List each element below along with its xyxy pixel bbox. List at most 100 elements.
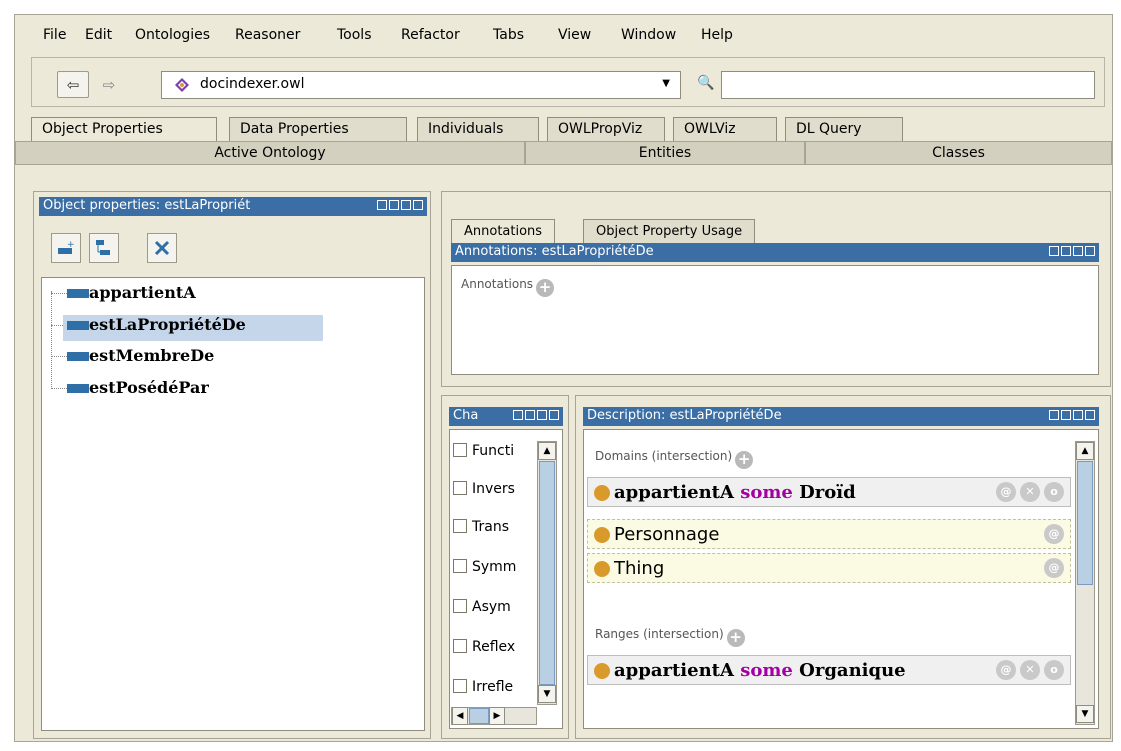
menu-window[interactable]: Window	[621, 27, 676, 43]
minimize-icon[interactable]	[525, 410, 535, 420]
menu-bar: File Edit Ontologies Reasoner Tools Refa…	[15, 15, 1112, 51]
characteristic-functional[interactable]: Functi	[453, 443, 514, 459]
checkbox-icon	[453, 559, 467, 573]
menu-help[interactable]: Help	[701, 27, 733, 43]
view-icon[interactable]	[513, 410, 523, 420]
menu-ontologies[interactable]: Ontologies	[135, 27, 210, 43]
scroll-thumb[interactable]	[539, 461, 555, 685]
annotate-icon[interactable]: @	[996, 482, 1016, 502]
tab-owlpropviz[interactable]: OWLPropViz	[547, 117, 665, 141]
tab-individuals[interactable]: Individuals	[417, 117, 539, 141]
close-icon[interactable]	[1085, 246, 1095, 256]
delete-property-button[interactable]	[147, 233, 177, 263]
tab-data-properties[interactable]: Data Properties	[229, 117, 407, 141]
scroll-down-icon[interactable]: ▼	[1076, 705, 1094, 723]
maximize-icon[interactable]	[537, 410, 547, 420]
delete-icon[interactable]: ✕	[1020, 482, 1040, 502]
scroll-up-icon[interactable]: ▲	[538, 442, 556, 460]
delete-property-icon	[154, 240, 170, 256]
subtab-classes[interactable]: Classes	[805, 141, 1112, 165]
annotate-icon[interactable]: @	[996, 660, 1016, 680]
back-arrow-icon: ⇦	[66, 75, 80, 94]
tree-item-appartienta[interactable]: appartientA	[89, 283, 196, 302]
tree-item-estpossedepar[interactable]: estPosédéPar	[89, 378, 209, 397]
menu-tools[interactable]: Tools	[337, 27, 372, 43]
domains-label: Domains (intersection) +	[595, 449, 754, 469]
menu-refactor[interactable]: Refactor	[401, 27, 460, 43]
minimize-icon[interactable]	[1061, 410, 1071, 420]
checkbox-icon	[453, 679, 467, 693]
checkbox-icon	[453, 481, 467, 495]
range-row-0[interactable]: appartientA some Organique @ ✕ o	[587, 655, 1071, 685]
add-sub-property-icon: +	[58, 240, 75, 254]
subtab-entities[interactable]: Entities	[525, 141, 805, 165]
forward-arrow-icon: ⇨	[102, 75, 116, 94]
tab-annotations[interactable]: Annotations	[451, 219, 556, 243]
tree-item-estlaproprietede[interactable]: estLaPropriétéDe	[89, 315, 246, 334]
add-sibling-property-button[interactable]	[89, 233, 119, 263]
domain-row-0[interactable]: appartientA some Droïd @ ✕ o	[587, 477, 1071, 507]
tree-item-estmembrede[interactable]: estMembreDe	[89, 346, 214, 365]
tab-dl-query[interactable]: DL Query	[785, 117, 903, 141]
scroll-left-icon[interactable]: ◀	[452, 707, 468, 725]
view-icon[interactable]	[377, 200, 387, 210]
scroll-down-icon[interactable]: ▼	[538, 685, 556, 703]
minimize-icon[interactable]	[389, 200, 399, 210]
class-icon	[594, 663, 610, 679]
add-domain-icon[interactable]: +	[735, 451, 754, 469]
ontology-icon	[175, 78, 189, 92]
maximize-icon[interactable]	[1073, 410, 1083, 420]
description-title-text: Description: estLaPropriétéDe	[587, 408, 782, 423]
add-sub-property-button[interactable]: +	[51, 233, 81, 263]
tab-object-property-usage[interactable]: Object Property Usage	[583, 219, 756, 243]
ontology-selector[interactable]: docindexer.owl ▼	[161, 71, 681, 99]
range-expression: appartientA some Organique	[614, 660, 906, 681]
search-input[interactable]	[721, 71, 1095, 99]
class-icon	[594, 561, 610, 577]
checkbox-icon	[453, 519, 467, 533]
minimize-icon[interactable]	[1061, 246, 1071, 256]
tab-owlviz[interactable]: OWLViz	[673, 117, 777, 141]
characteristic-asymmetric[interactable]: Asym	[453, 599, 511, 615]
scroll-up-icon[interactable]: ▲	[1076, 442, 1094, 460]
menu-file[interactable]: File	[43, 27, 66, 43]
annotations-title: Annotations: estLaPropriétéDe	[451, 243, 1099, 262]
hscroll-thumb[interactable]	[469, 708, 489, 724]
close-icon[interactable]	[413, 200, 423, 210]
scroll-right-icon[interactable]: ▶	[489, 707, 505, 725]
subtab-active-ontology[interactable]: Active Ontology	[15, 141, 525, 165]
characteristic-irreflexive[interactable]: Irrefle	[453, 679, 513, 695]
add-annotation-icon[interactable]: +	[536, 279, 555, 297]
menu-reasoner[interactable]: Reasoner	[235, 27, 300, 43]
menu-edit[interactable]: Edit	[85, 27, 112, 43]
domain-row-2[interactable]: Thing @	[587, 553, 1071, 583]
close-icon[interactable]	[1085, 410, 1095, 420]
binoculars-icon: 🔍	[697, 75, 715, 91]
domain-row-1[interactable]: Personnage @	[587, 519, 1071, 549]
menu-view[interactable]: View	[558, 27, 591, 43]
characteristic-reflexive[interactable]: Reflex	[453, 639, 515, 655]
back-button[interactable]: ⇦	[57, 71, 89, 98]
edit-icon[interactable]: o	[1044, 482, 1064, 502]
view-icon[interactable]	[1049, 246, 1059, 256]
annotate-icon[interactable]: @	[1044, 558, 1064, 578]
checkbox-icon	[453, 599, 467, 613]
characteristics-title: Cha	[449, 407, 563, 426]
add-range-icon[interactable]: +	[726, 629, 745, 647]
maximize-icon[interactable]	[401, 200, 411, 210]
close-icon[interactable]	[549, 410, 559, 420]
delete-icon[interactable]: ✕	[1020, 660, 1040, 680]
chevron-down-icon: ▼	[662, 78, 670, 89]
menu-tabs[interactable]: Tabs	[493, 27, 524, 43]
forward-button[interactable]: ⇨	[93, 71, 125, 98]
tab-object-properties[interactable]: Object Properties	[31, 117, 217, 141]
maximize-icon[interactable]	[1073, 246, 1083, 256]
edit-icon[interactable]: o	[1044, 660, 1064, 680]
characteristic-transitive[interactable]: Trans	[453, 519, 509, 535]
view-icon[interactable]	[1049, 410, 1059, 420]
characteristic-symmetric[interactable]: Symm	[453, 559, 516, 575]
scroll-thumb[interactable]	[1077, 461, 1093, 585]
add-sibling-property-icon	[96, 240, 110, 255]
characteristic-inverse-functional[interactable]: Invers	[453, 481, 515, 497]
annotate-icon[interactable]: @	[1044, 524, 1064, 544]
